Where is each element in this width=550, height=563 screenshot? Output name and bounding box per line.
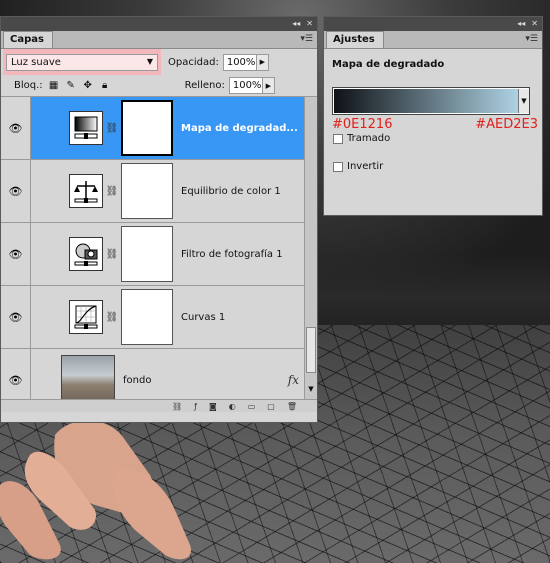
- scroll-down-arrow-icon[interactable]: ▼: [306, 385, 316, 397]
- panel-titlebar: ◂◂ ✕: [1, 17, 317, 31]
- fill-label: Relleno:: [184, 80, 225, 91]
- layer-row[interactable]: 👁︎ ⛓︎ Equilibrio de color 1: [1, 160, 317, 223]
- add-style-icon[interactable]: ƒ: [194, 402, 197, 411]
- layer-row[interactable]: 👁︎ ⛓︎ Curvas 1: [1, 286, 317, 349]
- opacity-field[interactable]: 100%: [222, 53, 257, 71]
- collapse-icon[interactable]: ◂◂: [517, 20, 525, 28]
- close-icon[interactable]: ✕: [306, 20, 313, 28]
- layer-row[interactable]: 👁︎ fondo fx: [1, 349, 317, 399]
- blend-mode-value: Luz suave: [11, 56, 61, 68]
- gradient-map-icon: [69, 111, 103, 145]
- eye-icon: 👁︎: [8, 310, 23, 324]
- invertir-option[interactable]: Invertir: [333, 161, 383, 172]
- add-mask-icon[interactable]: ◙: [209, 402, 217, 411]
- adjustments-panel: ◂◂ ✕ Ajustes ▾☰ Mapa de degradado ▼ #0E1…: [323, 16, 543, 216]
- lock-transparency-icon[interactable]: ▦: [48, 80, 60, 92]
- panel-menu-icon[interactable]: ▾☰: [525, 34, 538, 44]
- lock-pixels-icon[interactable]: ✎: [65, 80, 77, 92]
- panel-titlebar: ◂◂ ✕: [324, 17, 542, 31]
- blend-mode-select[interactable]: Luz suave ▼: [6, 53, 158, 71]
- image-thumbnail[interactable]: [61, 355, 115, 399]
- layer-name: Curvas 1: [181, 311, 226, 323]
- visibility-toggle[interactable]: 👁︎: [1, 223, 31, 285]
- new-adjustment-icon[interactable]: ◐: [229, 402, 236, 411]
- dropdown-arrow-icon: ▼: [146, 56, 153, 66]
- layer-name: Filtro de fotografía 1: [181, 248, 283, 260]
- layers-list: 👁︎ ⛓︎ Mapa de degradad... 👁︎ ⛓︎ Equilibr…: [1, 97, 317, 399]
- eye-icon: 👁︎: [8, 373, 23, 387]
- opacity-slider-arrow-icon[interactable]: ▶: [256, 53, 269, 71]
- invertir-label: Invertir: [347, 161, 384, 172]
- layers-panel: ◂◂ ✕ Capas ▾☰ Luz suave ▼ Opacidad: 100%…: [0, 16, 318, 423]
- layers-footer: ⛓︎ ƒ ◙ ◐ ▭ ▢ 🗑︎: [1, 399, 317, 412]
- curves-icon: [69, 300, 103, 334]
- delete-layer-icon[interactable]: 🗑︎: [287, 402, 297, 411]
- tramado-option[interactable]: Tramado: [333, 133, 390, 144]
- link-chain-icon[interactable]: ⛓︎: [103, 312, 121, 323]
- layer-mask-thumbnail[interactable]: [121, 163, 173, 219]
- link-chain-icon[interactable]: ⛓︎: [103, 186, 121, 197]
- eye-icon: 👁︎: [8, 247, 23, 261]
- gradient-end-hex: #AED2E3: [475, 117, 538, 132]
- hands-and-feet-image: [0, 420, 191, 560]
- lock-fill-row: Bloq.: ▦ ✎ ✥ 🔒︎ Relleno: 100% ▶: [1, 75, 317, 97]
- layer-mask-thumbnail[interactable]: [121, 226, 173, 282]
- layer-name: fondo: [123, 374, 152, 386]
- layers-tabbar: Capas ▾☰: [1, 31, 317, 49]
- panel-menu-icon[interactable]: ▾☰: [300, 34, 313, 44]
- layer-row[interactable]: 👁︎ ⛓︎ Mapa de degradad...: [1, 97, 317, 160]
- gradient-preview[interactable]: [334, 89, 518, 113]
- lock-position-icon[interactable]: ✥: [82, 80, 94, 92]
- lock-label: Bloq.:: [14, 80, 43, 91]
- layer-mask-thumbnail[interactable]: [121, 100, 173, 156]
- tramado-checkbox[interactable]: [333, 133, 343, 144]
- balance-scale-icon: [69, 174, 103, 208]
- layer-mask-thumbnail[interactable]: [121, 289, 173, 345]
- lock-all-icon[interactable]: 🔒︎: [99, 80, 111, 92]
- close-icon[interactable]: ✕: [531, 20, 538, 28]
- layer-name: Mapa de degradad...: [181, 122, 298, 134]
- new-layer-icon[interactable]: ▢: [267, 402, 275, 411]
- gradient-start-hex: #0E1216: [332, 117, 393, 132]
- adjustments-tabbar: Ajustes ▾☰: [324, 31, 542, 49]
- visibility-toggle[interactable]: 👁︎: [1, 286, 31, 348]
- visibility-toggle[interactable]: 👁︎: [1, 349, 31, 399]
- photo-filter-icon: [69, 237, 103, 271]
- gradient-dropdown-arrow-icon[interactable]: ▼: [518, 89, 529, 113]
- link-layers-icon[interactable]: ⛓︎: [172, 402, 182, 411]
- scroll-thumb[interactable]: [306, 327, 316, 373]
- fill-field[interactable]: 100%: [228, 77, 263, 94]
- layers-scrollbar[interactable]: ▼: [304, 97, 317, 399]
- tab-capas[interactable]: Capas: [3, 31, 53, 48]
- gradient-picker[interactable]: ▼: [332, 87, 530, 115]
- blend-opacity-row: Luz suave ▼ Opacidad: 100% ▶: [1, 49, 317, 75]
- eye-icon: 👁︎: [8, 184, 23, 198]
- fill-slider-arrow-icon[interactable]: ▶: [262, 77, 275, 94]
- adjustment-title: Mapa de degradado: [332, 59, 445, 70]
- link-chain-icon[interactable]: ⛓︎: [103, 249, 121, 260]
- invertir-checkbox[interactable]: [333, 161, 343, 172]
- opacity-label: Opacidad:: [168, 56, 219, 68]
- visibility-toggle[interactable]: 👁︎: [1, 160, 31, 222]
- layer-row[interactable]: 👁︎ ⛓︎ Filtro de fotografía 1: [1, 223, 317, 286]
- collapse-icon[interactable]: ◂◂: [292, 20, 300, 28]
- link-chain-icon[interactable]: ⛓︎: [103, 123, 121, 134]
- eye-icon: 👁︎: [8, 121, 23, 135]
- new-group-icon[interactable]: ▭: [248, 402, 256, 411]
- visibility-toggle[interactable]: 👁︎: [1, 97, 31, 159]
- tramado-label: Tramado: [347, 133, 391, 144]
- fx-icon[interactable]: fx: [288, 373, 299, 387]
- layer-name: Equilibrio de color 1: [181, 185, 281, 197]
- tab-ajustes[interactable]: Ajustes: [326, 31, 384, 48]
